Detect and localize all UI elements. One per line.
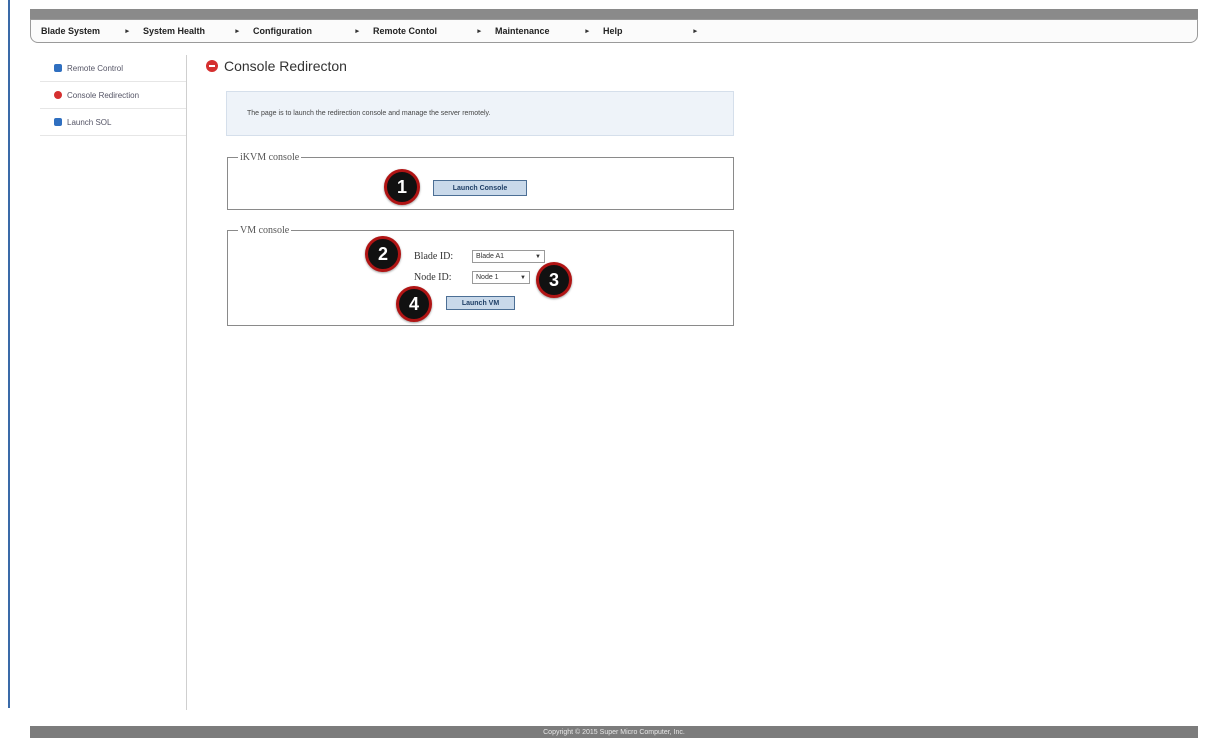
blade-id-label: Blade ID: [414,251,454,262]
header-bar [30,9,1198,19]
menu-configuration[interactable]: Configuration ▸ [243,20,363,42]
menu-arrow-icon: ▸ [235,28,239,35]
copyright-text: Copyright © 2015 Super Micro Computer, I… [543,728,685,736]
main-menu-bar: Blade System ▸ System Health ▸ Configura… [30,19,1198,43]
window-left-edge [8,0,10,708]
blade-id-select[interactable]: Blade A1 ▼ [472,250,545,263]
ikvm-console-legend: iKVM console [240,152,300,163]
launch-vm-button[interactable]: Launch VM [446,296,515,310]
launch-sol-icon [54,118,62,126]
sidebar: Remote Control Console Redirection Launc… [40,55,187,710]
step-marker-1: 1 [384,169,420,205]
menu-arrow-icon: ▸ [355,28,359,35]
menu-arrow-icon: ▸ [125,28,129,35]
menu-blade-system[interactable]: Blade System ▸ [31,20,133,42]
node-id-select[interactable]: Node 1 ▼ [472,271,530,284]
sidebar-item-console-redirection[interactable]: Console Redirection [40,82,186,109]
step-marker-2: 2 [365,236,401,272]
menu-arrow-icon: ▸ [585,28,589,35]
menu-remote-control[interactable]: Remote Contol ▸ [363,20,485,42]
step-marker-3: 3 [536,262,572,298]
sidebar-item-remote-control[interactable]: Remote Control [40,55,186,82]
menu-maintenance[interactable]: Maintenance ▸ [485,20,593,42]
launch-console-button[interactable]: Launch Console [433,180,527,196]
dropdown-arrow-icon: ▼ [520,274,526,281]
page-description: The page is to launch the redirection co… [226,91,734,136]
remote-control-icon [54,64,62,72]
footer: Copyright © 2015 Super Micro Computer, I… [30,726,1198,738]
sidebar-item-launch-sol[interactable]: Launch SOL [40,109,186,136]
console-redirection-icon [54,91,62,99]
page-title: Console Redirecton [206,58,347,74]
node-id-label: Node ID: [414,272,452,283]
menu-arrow-icon: ▸ [477,28,481,35]
menu-arrow-icon: ▸ [693,28,697,35]
menu-help[interactable]: Help ▸ [593,20,701,42]
dropdown-arrow-icon: ▼ [535,253,541,260]
step-marker-4: 4 [396,286,432,322]
menu-system-health[interactable]: System Health ▸ [133,20,243,42]
vm-console-legend: VM console [240,225,290,236]
console-redirection-icon [206,60,218,72]
